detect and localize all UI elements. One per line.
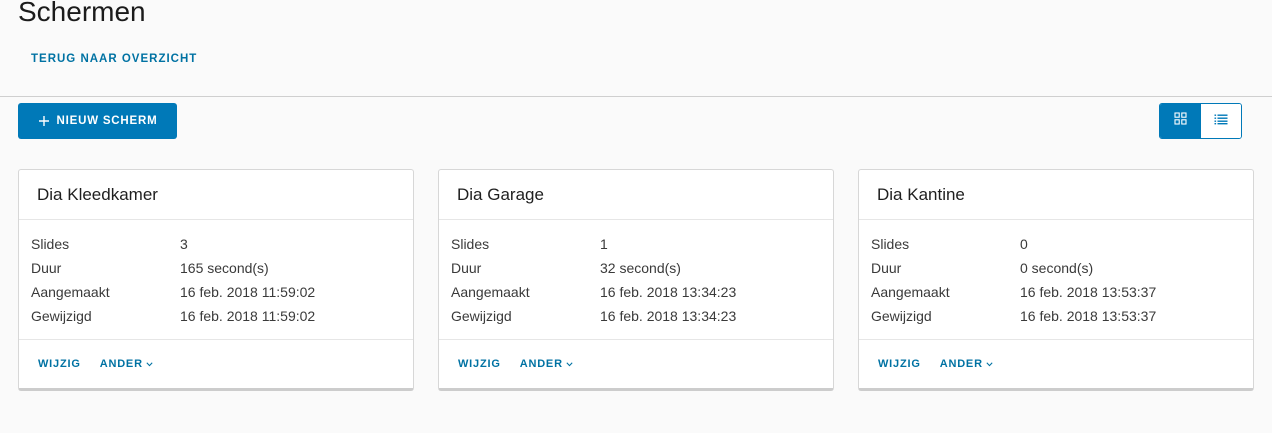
page-title: Schermen — [18, 0, 146, 27]
detail-row-duration: Duur 165 second(s) — [31, 256, 413, 280]
duration-label: Duur — [451, 260, 482, 276]
grid-view-button[interactable] — [1160, 104, 1201, 138]
slides-value: 1 — [600, 236, 608, 252]
other-dropdown[interactable]: ANDER — [100, 358, 153, 370]
back-to-overview-link[interactable]: TERUG NAAR OVERZICHT — [31, 53, 197, 65]
edit-link[interactable]: WIJZIG — [878, 358, 921, 370]
plus-icon — [38, 115, 50, 127]
screens-page: Schermen TERUG NAAR OVERZICHT NIEUW SCHE… — [0, 0, 1272, 433]
created-label: Aangemaakt — [871, 284, 950, 300]
created-label: Aangemaakt — [31, 284, 110, 300]
new-screen-button[interactable]: NIEUW SCHERM — [18, 103, 177, 139]
card-actions: WIJZIG ANDER — [859, 340, 1253, 388]
created-value: 16 feb. 2018 13:53:37 — [1020, 284, 1157, 300]
detail-row-slides: Slides 0 — [871, 232, 1253, 256]
slides-label: Slides — [871, 236, 910, 252]
created-value: 16 feb. 2018 11:59:02 — [180, 284, 316, 300]
detail-row-modified: Gewijzigd 16 feb. 2018 13:53:37 — [871, 304, 1253, 328]
slides-label: Slides — [451, 236, 490, 252]
chevron-down-icon — [986, 358, 993, 370]
view-toggle — [1159, 103, 1242, 139]
detail-row-modified: Gewijzigd 16 feb. 2018 13:34:23 — [451, 304, 833, 328]
created-label: Aangemaakt — [451, 284, 530, 300]
card-title: Dia Garage — [439, 170, 833, 220]
screen-card: Dia Kleedkamer Slides 3 Duur 165 second(… — [18, 169, 414, 391]
other-dropdown-label: ANDER — [519, 358, 563, 370]
other-dropdown-label: ANDER — [99, 358, 143, 370]
chevron-down-icon — [566, 358, 573, 370]
duration-value: 0 second(s) — [1020, 260, 1094, 276]
detail-row-slides: Slides 1 — [451, 232, 833, 256]
modified-label: Gewijzigd — [31, 308, 92, 324]
slides-value: 3 — [180, 236, 188, 252]
list-view-button[interactable] — [1200, 104, 1241, 138]
chevron-down-icon — [146, 358, 153, 370]
modified-value: 16 feb. 2018 13:53:37 — [1020, 308, 1157, 324]
detail-row-duration: Duur 32 second(s) — [451, 256, 833, 280]
edit-link[interactable]: WIJZIG — [458, 358, 501, 370]
card-details: Slides 3 Duur 165 second(s) Aangemaakt 1… — [19, 220, 413, 340]
card-details: Slides 0 Duur 0 second(s) Aangemaakt 16 … — [859, 220, 1253, 340]
card-details: Slides 1 Duur 32 second(s) Aangemaakt 16… — [439, 220, 833, 340]
card-actions: WIJZIG ANDER — [439, 340, 833, 388]
detail-row-created: Aangemaakt 16 feb. 2018 11:59:02 — [31, 280, 413, 304]
card-title: Dia Kleedkamer — [19, 170, 413, 220]
modified-value: 16 feb. 2018 11:59:02 — [180, 308, 316, 324]
card-title: Dia Kantine — [859, 170, 1253, 220]
other-dropdown[interactable]: ANDER — [520, 358, 573, 370]
slides-label: Slides — [31, 236, 70, 252]
duration-value: 165 second(s) — [180, 260, 269, 276]
detail-row-duration: Duur 0 second(s) — [871, 256, 1253, 280]
duration-label: Duur — [871, 260, 902, 276]
created-value: 16 feb. 2018 13:34:23 — [600, 284, 737, 300]
other-dropdown[interactable]: ANDER — [940, 358, 993, 370]
edit-link[interactable]: WIJZIG — [38, 358, 81, 370]
list-icon — [1214, 112, 1228, 130]
screen-card: Dia Kantine Slides 0 Duur 0 second(s) Aa… — [858, 169, 1254, 391]
modified-label: Gewijzigd — [871, 308, 932, 324]
header-divider — [0, 96, 1272, 97]
modified-label: Gewijzigd — [451, 308, 512, 324]
modified-value: 16 feb. 2018 13:34:23 — [600, 308, 737, 324]
grid-icon — [1174, 112, 1187, 130]
detail-row-created: Aangemaakt 16 feb. 2018 13:34:23 — [451, 280, 833, 304]
other-dropdown-label: ANDER — [939, 358, 983, 370]
detail-row-slides: Slides 3 — [31, 232, 413, 256]
new-screen-button-label: NIEUW SCHERM — [56, 115, 158, 127]
slides-value: 0 — [1020, 236, 1028, 252]
detail-row-modified: Gewijzigd 16 feb. 2018 11:59:02 — [31, 304, 413, 328]
card-actions: WIJZIG ANDER — [19, 340, 413, 388]
detail-row-created: Aangemaakt 16 feb. 2018 13:53:37 — [871, 280, 1253, 304]
screen-card: Dia Garage Slides 1 Duur 32 second(s) Aa… — [438, 169, 834, 391]
duration-value: 32 second(s) — [600, 260, 681, 276]
duration-label: Duur — [31, 260, 62, 276]
